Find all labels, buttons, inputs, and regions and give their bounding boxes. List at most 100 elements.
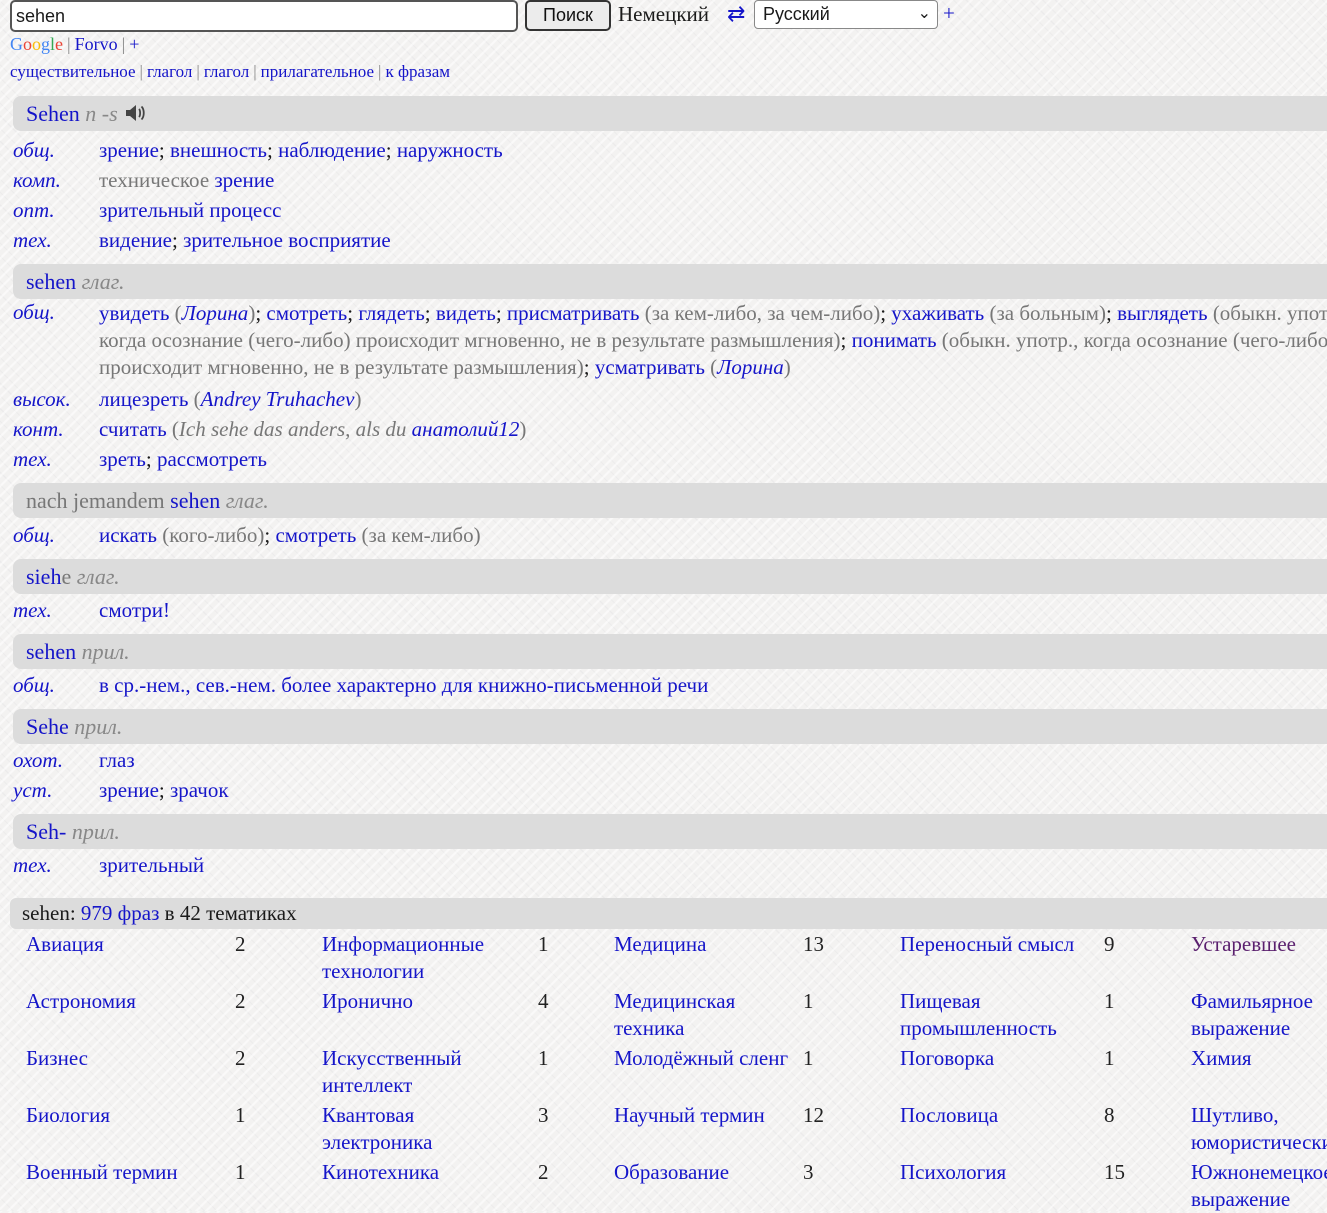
author-link[interactable]: Andrey Truhachev (201, 387, 355, 411)
translation-link[interactable]: присматривать (507, 301, 640, 325)
translation-link[interactable]: выглядеть (1117, 301, 1207, 325)
topic-link[interactable]: Бизнес (26, 1045, 226, 1072)
translation-link[interactable]: внешность (170, 138, 267, 162)
translation-link[interactable]: смотри! (99, 598, 170, 622)
pos-link-phrases[interactable]: к фразам (385, 62, 450, 81)
translation-link[interactable]: лицезреть (99, 387, 188, 411)
translation-link[interactable]: считать (99, 417, 167, 441)
entry-word[interactable]: sehen (170, 488, 220, 513)
entry-word[interactable]: sieh (26, 564, 61, 589)
topic-link[interactable]: Фамильярное выражение (1191, 988, 1327, 1042)
translations: лицезреть (Andrey Truhachev) (99, 384, 361, 414)
translation-link[interactable]: зрительный (99, 853, 204, 877)
topic-link[interactable]: Пищевая промышленность (900, 988, 1090, 1042)
entry-word[interactable]: Seh- (26, 819, 66, 844)
translation-link[interactable]: увидеть (99, 301, 169, 325)
topic-count: 3 (803, 1160, 814, 1184)
subject-label[interactable]: общ. (13, 299, 86, 326)
translation-link[interactable]: искать (99, 523, 157, 547)
target-language-select[interactable]: Русский ⌄ (754, 0, 938, 29)
topic-link[interactable]: Авиация (26, 931, 226, 958)
entry-word-part: e (61, 564, 72, 589)
google-link[interactable]: Google (10, 34, 63, 54)
pos-link-adjective[interactable]: прилагательное (261, 62, 374, 81)
topic-link[interactable]: Южнонемецкое выражение (1191, 1159, 1327, 1213)
topic-link[interactable]: Медицина (614, 931, 794, 958)
entry-word[interactable]: sehen (26, 639, 76, 664)
topic-link[interactable]: Образование (614, 1159, 794, 1186)
topic-link[interactable]: Медицинская техника (614, 988, 794, 1042)
translation-link[interactable]: понимать (852, 328, 937, 352)
translation-link[interactable]: смотреть (275, 523, 356, 547)
topic-link[interactable]: Переносный смысл (900, 931, 1090, 958)
topic-link[interactable]: Устаревшее (1191, 931, 1327, 958)
topic-link[interactable]: Информационные технологии (322, 931, 522, 985)
topic-link[interactable]: Шутливо, юмористически (1191, 1102, 1327, 1156)
translation-link[interactable]: смотреть (266, 301, 347, 325)
author-link[interactable]: Лорина (717, 355, 784, 379)
topic-link[interactable]: Искусственный интеллект (322, 1045, 522, 1099)
pos-link-verb-1[interactable]: глагол (147, 62, 192, 81)
entry-word[interactable]: Sehen (26, 101, 80, 126)
author-link[interactable]: анатолий12 (412, 417, 520, 441)
subject-label[interactable]: высок. (13, 384, 86, 414)
subject-label[interactable]: тех. (13, 850, 86, 880)
topic-link[interactable]: Психология (900, 1159, 1090, 1186)
topic-link[interactable]: Пословица (900, 1102, 1090, 1129)
add-language-button[interactable]: + (943, 1, 955, 26)
subject-label[interactable]: общ. (13, 135, 86, 165)
translation-link[interactable]: зрение (214, 168, 274, 192)
translation-link[interactable]: наблюдение (278, 138, 386, 162)
subject-label[interactable]: уст. (13, 775, 86, 805)
translation-link[interactable]: ухаживать (891, 301, 984, 325)
subject-label[interactable]: конт. (13, 414, 86, 444)
translation-link[interactable]: зрительный процесс (99, 198, 281, 222)
subject-label[interactable]: тех. (13, 595, 86, 625)
swap-languages-icon[interactable]: ⇄ (727, 1, 745, 27)
topic-link[interactable]: Квантовая электроника (322, 1102, 522, 1156)
topic-link[interactable]: Научный термин (614, 1102, 794, 1129)
subject-label[interactable]: охот. (13, 745, 86, 775)
speaker-icon[interactable] (124, 99, 146, 121)
translation-link[interactable]: зреть (99, 447, 146, 471)
translation-link[interactable]: зрение (99, 778, 159, 802)
topic-link[interactable]: Военный термин (26, 1159, 226, 1186)
search-input[interactable]: sehen (10, 0, 518, 32)
translation-link[interactable]: зрение (99, 138, 159, 162)
forvo-link[interactable]: Forvo (75, 34, 118, 54)
subject-label[interactable]: общ. (13, 520, 86, 550)
translation-link[interactable]: глаз (99, 748, 135, 772)
subject-label[interactable]: комп. (13, 165, 86, 195)
entry-word[interactable]: Sehe (26, 714, 69, 739)
topic-link[interactable]: Химия (1191, 1045, 1327, 1072)
subject-label[interactable]: опт. (13, 195, 86, 225)
translations: считать (Ich sehe das anders, als du ана… (99, 414, 526, 444)
translation-link[interactable]: в ср.-нем., сев.-нем. более характерно д… (99, 673, 708, 697)
translation-link[interactable]: зрачок (170, 778, 229, 802)
phrases-count-link[interactable]: 979 фраз (81, 901, 159, 925)
topic-link[interactable]: Молодёжный сленг (614, 1045, 794, 1072)
author-link[interactable]: Лорина (182, 301, 249, 325)
translation-link[interactable]: рассмотреть (157, 447, 267, 471)
topic-count: 1 (1104, 989, 1115, 1013)
translation-link[interactable]: видеть (436, 301, 496, 325)
topic-link[interactable]: Кинотехника (322, 1159, 522, 1186)
translation-link[interactable]: наружность (397, 138, 503, 162)
subject-label[interactable]: тех. (13, 444, 86, 474)
topic-link[interactable]: Биология (26, 1102, 226, 1129)
grammar-label: прил. (74, 714, 123, 739)
pos-link-verb-2[interactable]: глагол (204, 62, 249, 81)
subject-label[interactable]: общ. (13, 670, 86, 700)
entry-word[interactable]: sehen (26, 269, 76, 294)
translation-link[interactable]: видение (99, 228, 172, 252)
translation-link[interactable]: зрительное восприятие (183, 228, 391, 252)
topic-link[interactable]: Иронично (322, 988, 522, 1015)
add-link[interactable]: + (129, 34, 139, 54)
topic-link[interactable]: Поговорка (900, 1045, 1090, 1072)
pos-link-noun[interactable]: существительное (10, 62, 136, 81)
search-button[interactable]: Поиск (525, 0, 611, 31)
translation-link[interactable]: глядеть (358, 301, 424, 325)
subject-label[interactable]: тех. (13, 225, 86, 255)
topic-link[interactable]: Астрономия (26, 988, 226, 1015)
translation-link[interactable]: усматривать (595, 355, 705, 379)
